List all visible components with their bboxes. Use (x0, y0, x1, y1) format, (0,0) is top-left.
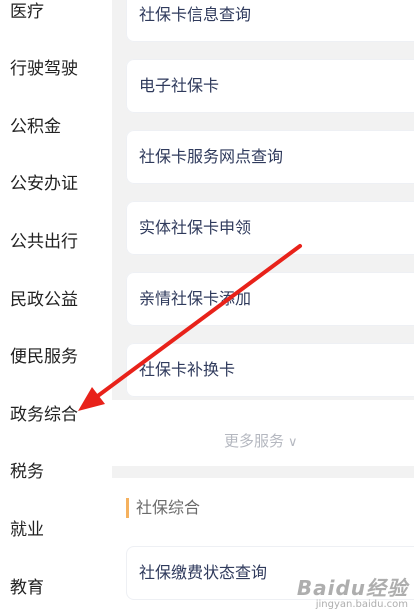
watermark-logo: Baidu经验 (296, 576, 408, 600)
baidu-watermark: Baidu经验 jingyan.baidu.com (297, 572, 408, 610)
annotation-arrow-head (78, 387, 105, 411)
annotation-arrow (78, 244, 302, 411)
annotation-arrow-shaft (93, 244, 302, 400)
